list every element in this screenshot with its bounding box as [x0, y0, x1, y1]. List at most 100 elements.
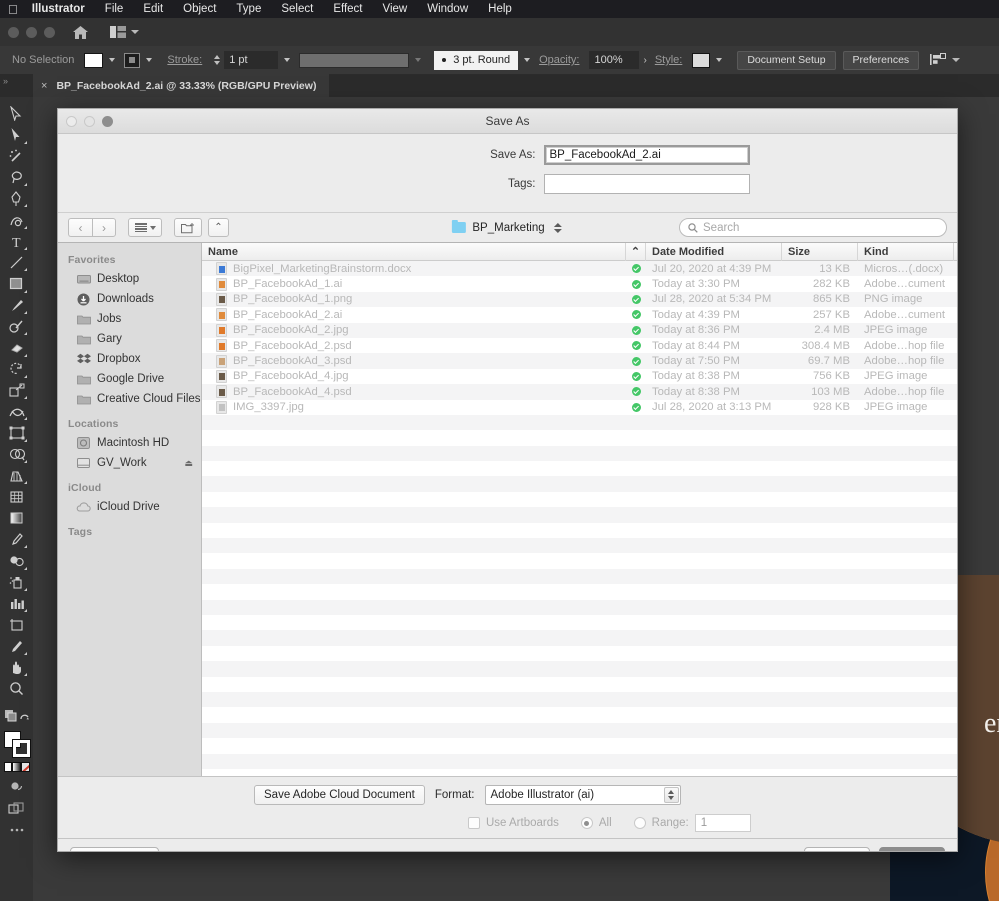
zoom-tool[interactable]: [4, 678, 29, 699]
save-as-input[interactable]: BP_FacebookAd_2.ai: [544, 145, 750, 165]
sidebar-item-gary[interactable]: Gary: [58, 329, 201, 349]
preferences-button[interactable]: Preferences: [843, 51, 920, 70]
stroke-weight-field[interactable]: 1 pt: [224, 51, 278, 69]
variable-width-dropdown-arrow[interactable]: [411, 51, 424, 69]
window-zoom-button[interactable]: [44, 27, 55, 38]
pen-tool[interactable]: [4, 188, 29, 209]
new-folder-button[interactable]: New Folder: [70, 847, 159, 852]
opacity-field[interactable]: 100%: [589, 51, 639, 69]
table-row[interactable]: BigPixel_MarketingBrainstorm.docxJul 20,…: [202, 261, 957, 276]
range-input[interactable]: 1: [695, 814, 751, 832]
column-graph-tool[interactable]: [4, 593, 29, 614]
use-artboards-checkbox[interactable]: [468, 817, 480, 829]
opacity-expand-icon[interactable]: ›: [643, 55, 646, 66]
sidebar-item-google-drive[interactable]: Google Drive: [58, 369, 201, 389]
hand-tool[interactable]: [4, 657, 29, 678]
artboard-tool[interactable]: [4, 614, 29, 635]
menu-item-type[interactable]: Type: [236, 3, 261, 15]
tags-input[interactable]: [544, 174, 750, 194]
stroke-variable-width-swatch[interactable]: [299, 53, 409, 68]
menu-item-object[interactable]: Object: [183, 3, 216, 15]
dialog-zoom-button[interactable]: [102, 116, 113, 127]
sidebar-item-gv-work[interactable]: GV_Work ⏏: [58, 453, 201, 473]
drawing-modes-and-undo[interactable]: [3, 705, 31, 726]
panel-expand-toggle[interactable]: »: [3, 76, 8, 86]
window-minimize-button[interactable]: [26, 27, 37, 38]
sidebar-item-downloads[interactable]: Downloads: [58, 289, 201, 309]
align-objects-icon[interactable]: [930, 53, 946, 67]
eject-icon[interactable]: ⏏: [184, 458, 193, 469]
fill-and-stroke-indicator[interactable]: [4, 731, 30, 757]
lasso-tool[interactable]: [4, 167, 29, 188]
selection-tool[interactable]: [4, 103, 29, 124]
column-header-name[interactable]: Name: [202, 243, 626, 261]
table-row[interactable]: BP_FacebookAd_3.psdToday at 7:50 PM69.7 …: [202, 353, 957, 368]
paintbrush-tool[interactable]: [4, 295, 29, 316]
shaper-tool[interactable]: [4, 316, 29, 337]
sidebar-item-desktop[interactable]: Desktop: [58, 269, 201, 289]
apple-logo-icon[interactable]: : [8, 3, 18, 16]
menu-item-effect[interactable]: Effect: [333, 3, 362, 15]
edit-toolbar-button[interactable]: [4, 819, 29, 840]
new-folder-icon-button[interactable]: [174, 218, 202, 237]
stroke-dropdown-arrow[interactable]: [142, 51, 155, 69]
search-field[interactable]: Search: [679, 218, 947, 237]
scale-tool[interactable]: [4, 380, 29, 401]
format-stepper-icon[interactable]: [664, 787, 679, 803]
stroke-color-swatch[interactable]: [124, 53, 140, 68]
eyedropper-tool[interactable]: [4, 529, 29, 550]
blend-tool[interactable]: [4, 550, 29, 571]
graphic-style-dropdown-arrow[interactable]: [712, 51, 725, 69]
table-row[interactable]: BP_FacebookAd_4.psdToday at 8:38 PM103 M…: [202, 384, 957, 399]
close-icon[interactable]: ×: [41, 80, 47, 92]
color-mode-solid[interactable]: [4, 762, 13, 772]
table-row[interactable]: BP_FacebookAd_2.aiToday at 4:39 PM257 KB…: [202, 307, 957, 322]
brush-definition-field[interactable]: 3 pt. Round: [434, 51, 518, 70]
rectangle-tool[interactable]: [4, 273, 29, 294]
mesh-tool[interactable]: [4, 486, 29, 507]
shape-builder-tool[interactable]: [4, 444, 29, 465]
color-mode-gradient[interactable]: [12, 762, 21, 772]
change-screen-mode-button[interactable]: [4, 798, 29, 819]
direct-selection-tool[interactable]: [4, 124, 29, 145]
sidebar-item-dropbox[interactable]: Dropbox: [58, 349, 201, 369]
table-row[interactable]: IMG_3397.jpgJul 28, 2020 at 3:13 PM928 K…: [202, 400, 957, 415]
symbol-sprayer-tool[interactable]: [4, 572, 29, 593]
document-setup-button[interactable]: Document Setup: [737, 51, 835, 70]
table-row[interactable]: BP_FacebookAd_2.psdToday at 8:44 PM308.4…: [202, 338, 957, 353]
column-header-kind[interactable]: Kind: [858, 243, 954, 261]
window-close-button[interactable]: [8, 27, 19, 38]
menu-item-edit[interactable]: Edit: [143, 3, 163, 15]
column-header-sort-indicator[interactable]: ⌃: [626, 243, 646, 261]
slice-tool[interactable]: [4, 635, 29, 656]
view-mode-selector[interactable]: [128, 218, 162, 237]
graphic-style-swatch[interactable]: [692, 53, 710, 68]
stroke-box[interactable]: [13, 740, 30, 757]
forward-button[interactable]: ›: [92, 218, 116, 237]
table-row[interactable]: BP_FacebookAd_1.pngJul 28, 2020 at 5:34 …: [202, 292, 957, 307]
column-header-date-modified[interactable]: Date Modified: [646, 243, 782, 261]
dialog-minimize-button[interactable]: [84, 116, 95, 127]
eraser-tool[interactable]: [4, 337, 29, 358]
type-tool[interactable]: T: [4, 231, 29, 252]
sidebar-item-macintosh-hd[interactable]: Macintosh HD: [58, 433, 201, 453]
table-row[interactable]: BP_FacebookAd_4.jpgToday at 8:38 PM756 K…: [202, 369, 957, 384]
file-list[interactable]: Name ⌃ Date Modified Size Kind BigPixel_…: [202, 243, 957, 776]
perspective-grid-tool[interactable]: [4, 465, 29, 486]
range-radio[interactable]: [634, 817, 646, 829]
all-artboards-option[interactable]: All: [581, 817, 612, 829]
column-header-size[interactable]: Size: [782, 243, 858, 261]
use-artboards-option[interactable]: Use Artboards: [468, 817, 559, 829]
brush-definition-dropdown-arrow[interactable]: [520, 51, 533, 69]
menu-item-help[interactable]: Help: [488, 3, 512, 15]
gradient-tool[interactable]: [4, 508, 29, 529]
document-tab[interactable]: × BP_FacebookAd_2.ai @ 33.33% (RGB/GPU P…: [33, 74, 329, 97]
sidebar-item-jobs[interactable]: Jobs: [58, 309, 201, 329]
home-icon[interactable]: [72, 25, 88, 40]
menu-item-window[interactable]: Window: [427, 3, 468, 15]
fill-color-swatch[interactable]: [84, 53, 103, 68]
width-tool[interactable]: [4, 401, 29, 422]
table-row[interactable]: BP_FacebookAd_2.jpgToday at 8:36 PM2.4 M…: [202, 323, 957, 338]
free-transform-tool[interactable]: [4, 422, 29, 443]
line-segment-tool[interactable]: [4, 252, 29, 273]
